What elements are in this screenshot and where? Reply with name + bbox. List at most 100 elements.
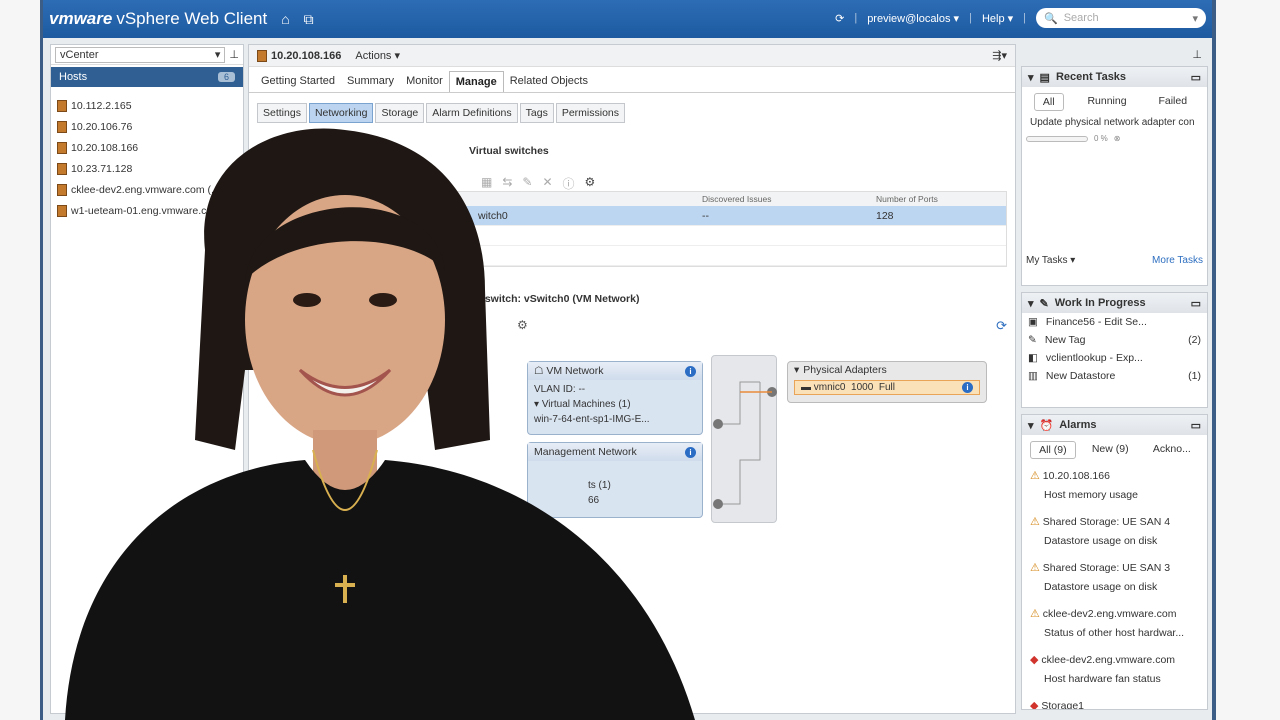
maximize-icon[interactable]: ▭ — [1191, 71, 1201, 84]
actions-menu[interactable]: Actions ▾ — [355, 49, 400, 62]
list-item[interactable]: ▥ New Datastore (1) — [1022, 367, 1207, 385]
list-item[interactable]: ✎ New Tag (2) — [1022, 331, 1207, 349]
my-tasks-menu[interactable]: My Tasks ▾ — [1026, 255, 1075, 266]
tab-monitor[interactable]: Monitor — [400, 71, 449, 92]
tab-new-alarms[interactable]: New (9) — [1084, 441, 1137, 459]
panel-title: Work In Progress — [1054, 297, 1146, 309]
tab-acknowledged-alarms[interactable]: Ackno... — [1145, 441, 1199, 459]
app-title: vSphere Web Client — [116, 9, 268, 28]
tag-icon: ✎ — [1028, 334, 1037, 346]
history-icon[interactable]: ⧉ — [304, 11, 314, 28]
search-icon: 🔍 — [1044, 12, 1058, 25]
number-of-ports: 128 — [876, 209, 894, 222]
alarms-panel: ▾ ⏰ Alarms ▭ All (9) New (9) Ackno... ⚠ 10.… — [1021, 414, 1208, 710]
list-item[interactable]: ◆ cklee-dev2.eng.vmware.com Host hardware… — [1022, 647, 1207, 693]
list-item[interactable]: ◆ Storage1 — [1022, 693, 1207, 710]
brand-ware: ware — [73, 9, 113, 28]
collapse-icon[interactable]: ▾ — [794, 364, 799, 376]
separator: | — [969, 12, 972, 24]
hosts-count-badge: 6 — [217, 72, 235, 82]
edit-icon: ▣ — [1028, 316, 1038, 328]
brand-logo: vm ware vSphere Web Client — [49, 9, 267, 29]
alarm-clock-icon: ⏰ — [1039, 419, 1054, 432]
user-name: preview@localos — [867, 12, 951, 25]
host-title: 10.20.108.166 — [257, 49, 342, 62]
context-selector[interactable]: vCenter ▾ — [55, 46, 226, 63]
wip-icon: ✎ — [1039, 297, 1049, 310]
cancel-icon[interactable]: ⊗ — [1114, 134, 1121, 143]
task-progress-text: 0 % — [1094, 134, 1108, 143]
tab-related-objects[interactable]: Related Objects — [504, 71, 594, 92]
user-menu[interactable]: preview@localos ▾ — [867, 12, 959, 25]
top-header: vm ware vSphere Web Client ⌂ ⧉ ⟳ | previe… — [43, 0, 1212, 38]
host-icon — [257, 49, 267, 62]
column-header[interactable]: Number of Ports — [872, 194, 1006, 204]
actions-label: Actions — [355, 50, 392, 62]
chevron-down-icon[interactable]: ▾ — [1192, 12, 1198, 25]
maximize-icon[interactable]: ▭ — [1191, 297, 1201, 310]
tab-all-tasks[interactable]: All — [1033, 93, 1064, 111]
presenter-video-overlay — [65, 128, 695, 720]
column-header[interactable]: Discovered Issues — [698, 194, 872, 204]
context-label: vCenter — [60, 48, 99, 61]
tasks-icon: ▤ — [1039, 71, 1050, 84]
list-item[interactable]: ▣ Finance56 - Edit Se... — [1022, 313, 1207, 331]
pin-icon[interactable]: ⊥ — [229, 48, 239, 61]
work-in-progress-panel: ▾ ✎ Work In Progress ▭ ▣ Finance56 - Edit Se… — [1021, 292, 1208, 408]
nic-row[interactable]: ▬ vmnic0 1000 Full i — [794, 380, 980, 395]
task-progress-bar — [1026, 135, 1088, 142]
tab-summary[interactable]: Summary — [341, 71, 400, 92]
object-header: 10.20.108.166 Actions ▾ ⇶▾ — [249, 45, 1015, 67]
search-placeholder: Search — [1063, 12, 1099, 24]
brand-vm: vm — [49, 9, 74, 28]
tab-failed-tasks[interactable]: Failed — [1150, 93, 1195, 111]
panel-title: Recent Tasks — [1055, 71, 1127, 83]
help-label: Help — [981, 12, 1005, 25]
list-item[interactable]: ⚠ cklee-dev2.eng.vmware.com Status of oth… — [1022, 601, 1207, 647]
pin-icon[interactable]: ⊥ — [1021, 44, 1208, 66]
refresh-status-icon[interactable]: ⟳ — [835, 12, 844, 25]
separator: | — [1023, 12, 1026, 24]
collapse-icon[interactable]: ▾ — [1028, 71, 1034, 84]
maximize-icon[interactable]: ▭ — [1191, 419, 1201, 432]
critical-icon: ◆ — [1030, 700, 1039, 710]
chevron-down-icon: ▾ — [214, 49, 221, 61]
discovered-issues: -- — [702, 209, 709, 222]
host-icon — [57, 99, 67, 112]
list-item[interactable]: ⚠ Shared Storage: UE SAN 3 Datastore usag… — [1022, 555, 1207, 601]
separator: | — [854, 12, 858, 24]
warning-icon: ⚠ — [1030, 608, 1040, 620]
switch-connector-lines — [713, 381, 777, 509]
tab-running-tasks[interactable]: Running — [1079, 93, 1134, 111]
search-input[interactable]: 🔍 Search ▾ — [1036, 8, 1206, 28]
hosts-title: Hosts — [59, 71, 88, 83]
refresh-icon[interactable]: ⟳ — [996, 318, 1007, 334]
collapse-icon[interactable]: ▾ — [1028, 419, 1034, 432]
more-tasks-link[interactable]: More Tasks — [1152, 255, 1203, 266]
hosts-section[interactable]: Hosts 6 — [51, 67, 243, 87]
object-tabs: Getting Started Summary Monitor Manage R… — [249, 67, 1015, 93]
collapse-icon[interactable]: ▾ — [1028, 297, 1034, 310]
warning-icon: ⚠ — [1030, 516, 1040, 528]
nic-icon: ▬ — [801, 382, 811, 393]
recent-tasks-panel: ▾ ▤ Recent Tasks ▭ All Running Failed Updat… — [1021, 66, 1208, 286]
host-label: 10.112.2.165 — [71, 99, 132, 112]
toolbar-options-icon[interactable]: ⇶▾ — [992, 49, 1007, 62]
datastore-icon: ▥ — [1028, 370, 1038, 382]
warning-icon: ⚠ — [1030, 562, 1040, 574]
info-icon[interactable]: i — [962, 382, 973, 393]
right-sidebar: ⊥ ▾ ▤ Recent Tasks ▭ All Running Failed Upd… — [1021, 44, 1208, 716]
list-item[interactable]: 10.112.2.165 — [57, 95, 237, 116]
physical-adapters-group[interactable]: ▾ Physical Adapters ▬ vmnic0 1000 Full i — [787, 361, 987, 403]
tab-getting-started[interactable]: Getting Started — [255, 71, 341, 92]
critical-icon: ◆ — [1030, 654, 1039, 666]
tab-manage[interactable]: Manage — [448, 71, 504, 92]
tab-all-alarms[interactable]: All (9) — [1030, 441, 1076, 459]
help-menu[interactable]: Help ▾ — [982, 12, 1013, 25]
home-icon[interactable]: ⌂ — [281, 11, 289, 27]
list-item[interactable]: ⚠ 10.20.108.166 Host memory usage — [1022, 463, 1207, 509]
host-name: 10.20.108.166 — [271, 49, 342, 62]
list-item[interactable]: ⚠ Shared Storage: UE SAN 4 Datastore usag… — [1022, 509, 1207, 555]
list-item[interactable]: ◧ vclientlookup - Exp... — [1022, 349, 1207, 367]
task-name[interactable]: Update physical network adapter con — [1022, 115, 1207, 130]
